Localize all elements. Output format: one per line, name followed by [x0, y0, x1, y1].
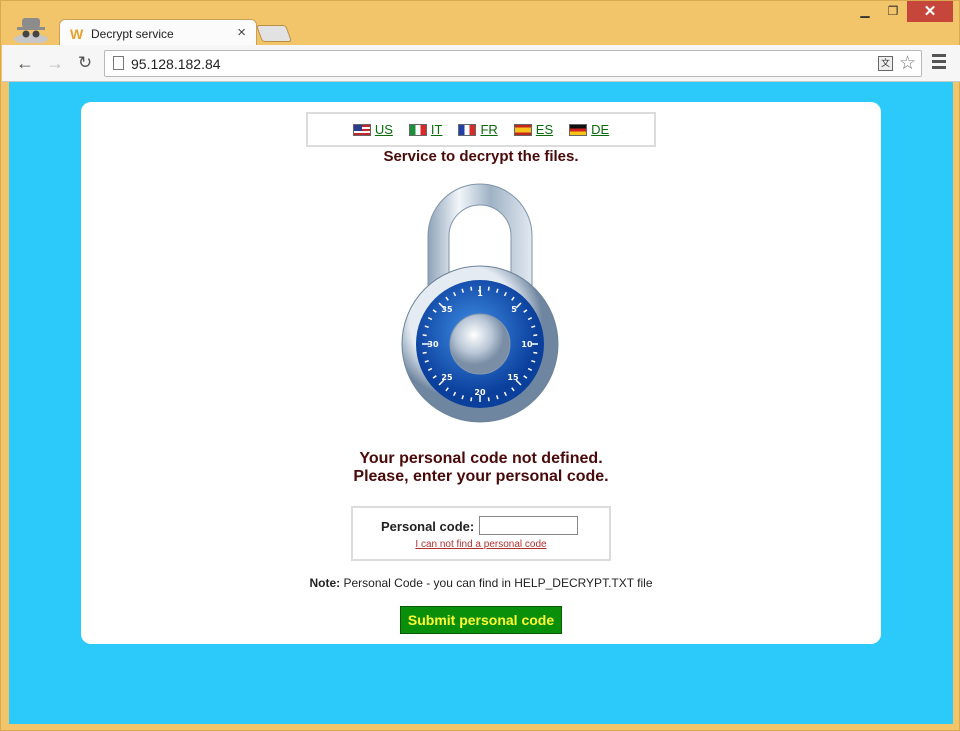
maximize-button[interactable]: ❐ — [879, 1, 907, 22]
close-window-button[interactable]: ✕ — [907, 1, 953, 22]
de-flag-icon — [569, 123, 588, 136]
dial-tick — [470, 286, 473, 291]
url-text[interactable]: 95.128.182.84 — [131, 56, 221, 72]
dial-number: 35 — [441, 305, 453, 314]
favicon-icon: W — [70, 26, 84, 42]
bookmark-star-icon[interactable]: ☆ — [899, 52, 916, 75]
address-bar[interactable]: 95.128.182.84 文 ☆ — [104, 50, 922, 77]
forward-icon[interactable]: → — [44, 51, 66, 75]
incognito-icon — [14, 18, 48, 43]
title-bar: W Decrypt service × ▁ ❐ ✕ — [1, 1, 960, 47]
dial-number: 5 — [511, 305, 517, 314]
status-line-2: Please, enter your personal code. — [353, 468, 609, 485]
dial-number: 30 — [427, 340, 439, 349]
dial-tick — [533, 351, 538, 354]
minimize-button[interactable]: ▁ — [851, 1, 879, 22]
dial-number: 1 — [477, 289, 483, 298]
dial-tick — [422, 334, 427, 337]
language-link-us[interactable]: US — [352, 122, 393, 137]
dial-number: 10 — [521, 340, 533, 349]
browser-window: W Decrypt service × ▁ ❐ ✕ ← → ↻ 95.128.1… — [0, 0, 960, 731]
it-flag-icon — [408, 123, 427, 136]
dial-tick — [533, 334, 538, 337]
tab-title: Decrypt service — [91, 27, 174, 41]
status-line-1: Your personal code not defined. — [359, 450, 603, 467]
browser-toolbar: ← → ↻ 95.128.182.84 文 ☆ — [2, 45, 960, 82]
language-link-fr[interactable]: FR — [458, 122, 498, 137]
window-controls: ▁ ❐ ✕ — [851, 1, 953, 23]
browser-tab[interactable]: W Decrypt service × — [59, 19, 257, 47]
content-card: US IT FR ES DE Service to decrypt the fi… — [81, 102, 881, 644]
reload-icon[interactable]: ↻ — [74, 51, 96, 75]
dial-tick — [470, 397, 473, 402]
dial-tick — [487, 397, 490, 402]
back-icon[interactable]: ← — [14, 51, 36, 75]
page-viewport: US IT FR ES DE Service to decrypt the fi… — [9, 82, 953, 724]
language-link-de[interactable]: DE — [569, 122, 609, 137]
menu-icon[interactable] — [932, 54, 946, 69]
close-tab-icon[interactable]: × — [237, 24, 246, 41]
us-flag-icon — [352, 123, 371, 136]
personal-code-form: Personal code: I can not find a personal… — [351, 506, 611, 561]
new-tab-button[interactable] — [255, 25, 293, 42]
language-link-it[interactable]: IT — [408, 122, 442, 137]
padlock-icon: 1 5 10 15 20 25 30 35 — [401, 183, 559, 423]
dial-tick — [422, 351, 427, 354]
language-bar: US IT FR ES DE — [306, 112, 656, 147]
translate-icon[interactable]: 文 — [878, 56, 893, 71]
cant-find-code-link[interactable]: I can not find a personal code — [353, 539, 609, 550]
dial-number: 15 — [507, 373, 519, 382]
personal-code-label: Personal code: — [381, 519, 475, 534]
page-icon — [113, 56, 124, 70]
submit-code-button[interactable]: Submit personal code — [400, 606, 562, 634]
note-text: Note: Personal Code - you can find in HE… — [81, 576, 881, 590]
note-prefix: Note: — [309, 576, 341, 590]
fr-flag-icon — [458, 123, 477, 136]
language-link-es[interactable]: ES — [513, 122, 553, 137]
page-headline: Service to decrypt the files. — [383, 148, 579, 165]
personal-code-input[interactable] — [479, 516, 578, 535]
note-body: Personal Code - you can find in HELP_DEC… — [343, 576, 653, 590]
dial-tick — [487, 286, 490, 291]
status-message: Your personal code not defined. Please, … — [81, 450, 881, 486]
es-flag-icon — [513, 123, 532, 136]
dial-number: 25 — [441, 373, 453, 382]
dial-number: 20 — [474, 388, 486, 397]
